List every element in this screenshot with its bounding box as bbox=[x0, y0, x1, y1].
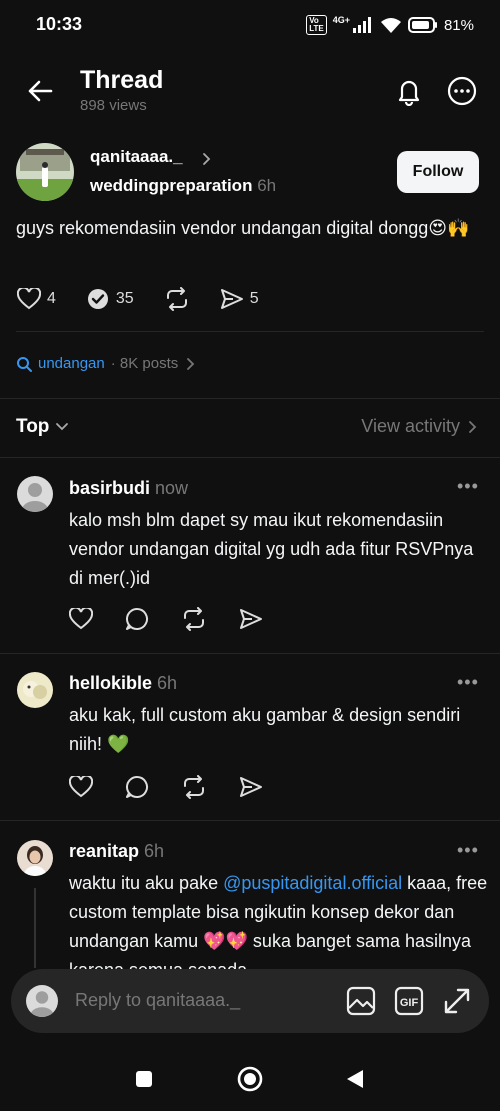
divider bbox=[0, 398, 500, 399]
comment-time: now bbox=[155, 478, 189, 498]
share-action[interactable]: 5 bbox=[220, 288, 259, 310]
share-action[interactable] bbox=[239, 776, 263, 798]
post-author-username[interactable]: qanitaaaa._ bbox=[90, 147, 183, 167]
sort-label: Top bbox=[16, 416, 50, 437]
home-icon[interactable] bbox=[237, 1066, 263, 1092]
expand-icon[interactable] bbox=[442, 986, 472, 1016]
status-icons: Vo LTE 4G+ 81% bbox=[306, 15, 474, 35]
post-time: 6h bbox=[257, 176, 277, 195]
comment-text: waktu itu aku pake @puspitadigital.offic… bbox=[69, 869, 489, 969]
comment-text: kalo msh blm dapet sy mau ikut rekomenda… bbox=[69, 510, 474, 588]
tag-count: · 8K posts bbox=[110, 355, 179, 372]
back-nav-icon[interactable] bbox=[345, 1069, 365, 1089]
back-arrow-icon[interactable] bbox=[26, 77, 54, 105]
battery-icon bbox=[407, 17, 437, 33]
heart-icon bbox=[17, 288, 41, 310]
send-icon bbox=[220, 289, 243, 309]
divider bbox=[0, 457, 500, 458]
chevron-right-icon bbox=[187, 357, 195, 370]
comment-time: 6h bbox=[144, 841, 165, 861]
comment-more-icon[interactable]: ••• bbox=[457, 840, 479, 861]
comment-icon bbox=[126, 776, 148, 798]
follow-button[interactable]: Follow bbox=[397, 151, 479, 193]
share-action[interactable] bbox=[239, 608, 263, 630]
repost-icon bbox=[184, 775, 204, 799]
image-icon[interactable] bbox=[346, 986, 376, 1016]
comment-avatar[interactable] bbox=[17, 672, 53, 708]
comment-icon bbox=[126, 608, 148, 630]
post-topic[interactable]: weddingpreparation 6h bbox=[90, 176, 276, 196]
chevron-right-icon bbox=[202, 152, 212, 166]
repost-action[interactable] bbox=[181, 775, 207, 799]
share-count: 5 bbox=[249, 290, 259, 307]
view-activity-label: View activity bbox=[361, 416, 460, 436]
comment-actions bbox=[69, 607, 293, 631]
tag-name[interactable]: undangan bbox=[38, 355, 105, 372]
search-icon bbox=[17, 356, 32, 372]
repost-action[interactable] bbox=[181, 607, 207, 631]
heart-icon bbox=[69, 776, 93, 798]
comment-username-row[interactable]: basirbudi now bbox=[69, 478, 188, 499]
reply-action[interactable]: 35 bbox=[86, 287, 134, 311]
post-actions: 4 35 5 bbox=[17, 287, 289, 311]
repost-action[interactable] bbox=[164, 287, 190, 311]
gif-icon[interactable]: GIF bbox=[394, 986, 424, 1016]
battery-percent: 81% bbox=[443, 16, 474, 34]
repost-icon bbox=[184, 607, 204, 631]
comment-more-icon[interactable]: ••• bbox=[457, 672, 479, 693]
tag-row[interactable]: undangan · 8K posts bbox=[16, 355, 196, 372]
comment-actions bbox=[69, 775, 293, 799]
wifi-icon bbox=[380, 18, 401, 33]
comment-username[interactable]: hellokible bbox=[69, 673, 152, 693]
send-icon bbox=[240, 609, 262, 629]
reply-count: 35 bbox=[115, 290, 134, 307]
divider bbox=[0, 820, 500, 821]
post-topic-label[interactable]: weddingpreparation bbox=[90, 176, 252, 195]
sort-dropdown[interactable]: Top bbox=[16, 416, 69, 438]
like-action[interactable] bbox=[69, 608, 93, 630]
send-icon bbox=[240, 777, 262, 797]
divider bbox=[0, 653, 500, 654]
comment-username-row[interactable]: hellokible 6h bbox=[69, 673, 177, 694]
comment-time: 6h bbox=[157, 673, 178, 693]
reply-input[interactable]: Reply to qanitaaaa._ bbox=[75, 990, 240, 1011]
chevron-right-icon bbox=[469, 420, 477, 433]
repost-icon bbox=[166, 287, 187, 311]
view-activity-link[interactable]: View activity bbox=[361, 416, 478, 437]
status-time: 10:33 bbox=[36, 14, 83, 34]
chevron-down-icon bbox=[56, 423, 69, 431]
reply-bar: Reply to qanitaaaa._ GIF bbox=[11, 969, 489, 1033]
comment-avatar[interactable] bbox=[17, 476, 53, 512]
like-action[interactable] bbox=[69, 776, 93, 798]
comment-username-row[interactable]: reanitap 6h bbox=[69, 841, 164, 862]
my-avatar bbox=[26, 985, 58, 1017]
system-nav-bar bbox=[0, 1040, 500, 1111]
post-text: guys rekomendasiin vendor undangan digit… bbox=[16, 218, 470, 238]
reply-action[interactable] bbox=[125, 607, 149, 631]
comment-username[interactable]: basirbudi bbox=[69, 478, 150, 498]
reply-action[interactable] bbox=[125, 775, 149, 799]
like-action[interactable]: 4 bbox=[17, 288, 56, 310]
volte-badge: Vo LTE bbox=[306, 15, 327, 35]
more-circle-icon[interactable] bbox=[447, 76, 477, 106]
comment-text-part: waktu itu aku pake bbox=[69, 873, 224, 893]
comment-text: aku kak, full custom aku gambar & design… bbox=[69, 705, 461, 754]
post-author-avatar[interactable] bbox=[16, 143, 74, 201]
comment-username[interactable]: reanitap bbox=[69, 841, 139, 861]
page-title: Thread bbox=[80, 66, 164, 94]
network-type: 4G+ bbox=[332, 15, 350, 25]
view-count: 898 views bbox=[80, 97, 147, 114]
thread-line bbox=[34, 888, 36, 968]
comment-more-icon[interactable]: ••• bbox=[457, 476, 479, 497]
divider bbox=[16, 331, 484, 332]
recents-icon[interactable] bbox=[135, 1070, 153, 1088]
bell-icon[interactable] bbox=[394, 76, 424, 106]
heart-icon bbox=[69, 608, 93, 630]
comment-avatar[interactable] bbox=[17, 840, 53, 876]
svg-text:GIF: GIF bbox=[400, 997, 419, 1009]
comment-icon bbox=[87, 289, 108, 309]
signal-icon bbox=[352, 17, 371, 33]
like-count: 4 bbox=[47, 290, 56, 307]
mention-link[interactable]: @puspitadigital.official bbox=[223, 873, 402, 893]
